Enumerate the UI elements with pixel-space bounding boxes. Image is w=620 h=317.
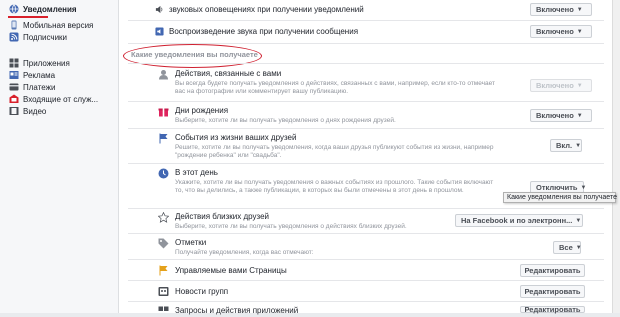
divider	[128, 128, 604, 129]
caret-down-icon: ▼	[575, 142, 582, 149]
divider	[128, 20, 604, 21]
edit-groups-button[interactable]: Редактировать	[520, 285, 585, 298]
globe-icon	[9, 4, 19, 14]
tooltip: Какие уведомления вы получаете	[503, 192, 617, 203]
person-icon	[159, 70, 168, 80]
caret-down-icon: ▼	[576, 82, 583, 89]
rss-icon	[9, 32, 19, 42]
sidebar-item-label: Подписчики	[23, 32, 68, 42]
row-title: В этот день	[175, 168, 218, 177]
caret-down-icon: ▼	[576, 112, 583, 119]
sidebar-item-label: Видео	[23, 106, 47, 116]
sidebar-item-support-inbox[interactable]: Входящие от служ...	[9, 93, 98, 105]
settings-sidebar: Уведомления Мобильная версия Подписчики …	[0, 0, 118, 313]
row-title: Управляемые вами Страницы	[175, 266, 287, 275]
flag-icon	[159, 265, 168, 276]
dropdown-value: На Facebook и по электронн...	[461, 216, 573, 225]
birthdays-dropdown[interactable]: Включено ▼	[530, 109, 592, 122]
row-label: звуковых оповещениях при получении уведо…	[169, 4, 364, 14]
caret-down-icon: ▼	[575, 217, 582, 224]
divider	[128, 101, 604, 102]
sidebar-item-ads[interactable]: Реклама	[9, 69, 55, 81]
video-icon	[9, 107, 19, 115]
row-title: Действия близких друзей	[175, 212, 270, 221]
dropdown-value: Включено	[536, 111, 574, 120]
divider	[128, 280, 604, 281]
dropdown-value: Вкл.	[556, 141, 573, 150]
sidebar-item-label: Платежи	[23, 82, 56, 92]
row-description: Решите, хотите ли вы получать уведомлени…	[175, 144, 494, 159]
message-sound-icon	[155, 26, 164, 36]
row-title: Действия, связанные с вами	[175, 69, 282, 78]
divider	[128, 301, 604, 302]
star-icon	[158, 212, 169, 223]
sound-notifications-row: звуковых оповещениях при получении уведо…	[155, 3, 364, 15]
sidebar-item-label: Уведомления	[23, 4, 77, 14]
tags-dropdown[interactable]: Все ▼	[553, 241, 582, 254]
card-icon	[9, 83, 19, 91]
sidebar-item-mobile[interactable]: Мобильная версия	[9, 19, 93, 31]
divider	[128, 259, 604, 260]
sidebar-item-notifications[interactable]: Уведомления	[9, 3, 77, 15]
message-sound-dropdown[interactable]: Включено ▼	[530, 25, 592, 38]
divider	[128, 208, 604, 209]
dropdown-value: Включено	[536, 27, 574, 36]
divider	[128, 63, 604, 64]
row-title: Отметки	[175, 238, 207, 247]
speaker-icon	[155, 5, 163, 13]
message-sound-row: Воспроизведение звука при получении сооб…	[155, 25, 358, 37]
close-friends-dropdown[interactable]: На Facebook и по электронн... ▼	[455, 214, 583, 227]
apps-icon	[9, 58, 19, 68]
sidebar-item-label: Мобильная версия	[23, 20, 94, 30]
tag-icon	[158, 238, 169, 249]
row-label: Воспроизведение звука при получении сооб…	[169, 26, 359, 36]
caret-down-icon: ▼	[580, 184, 587, 191]
divider	[128, 233, 604, 234]
row-description: Выберите, хотите ли вы получать уведомле…	[175, 223, 407, 230]
dropdown-value: Включено	[536, 81, 574, 90]
gift-icon	[158, 108, 169, 117]
row-description: Получайте уведомления, когда вас отмечаю…	[175, 249, 314, 256]
about-you-dropdown: Включено ▼	[530, 79, 592, 92]
sound-notifications-dropdown[interactable]: Включено ▼	[530, 3, 592, 16]
dropdown-value: Отключить	[536, 183, 578, 192]
red-underline-annotation	[8, 16, 48, 18]
row-description: Выберите, хотите ли вы получать уведомле…	[175, 117, 396, 124]
row-title: События из жизни ваших друзей	[175, 133, 297, 142]
row-title: Новости групп	[175, 287, 229, 296]
row-description: Укажите, хотите ли вы получать уведомлен…	[175, 179, 494, 194]
vertical-scrollbar[interactable]	[612, 0, 620, 313]
caret-down-icon: ▼	[576, 6, 583, 13]
edit-pages-button[interactable]: Редактировать	[520, 264, 585, 277]
sidebar-item-apps[interactable]: Приложения	[9, 57, 70, 69]
sidebar-item-label: Приложения	[23, 58, 70, 68]
groups-icon	[158, 287, 169, 296]
row-description: Вы всегда будете получать уведомления о …	[175, 80, 496, 95]
sidebar-item-followers[interactable]: Подписчики	[9, 31, 67, 43]
dropdown-value: Все	[559, 243, 573, 252]
divider	[128, 163, 604, 164]
sidebar-item-label: Входящие от служ...	[23, 94, 99, 104]
inbox-icon	[9, 94, 19, 103]
sidebar-item-video[interactable]: Видео	[9, 105, 46, 117]
edit-app-requests-button[interactable]: Редактировать	[520, 305, 585, 314]
row-title: Дни рождения	[175, 106, 229, 115]
ads-icon	[9, 71, 19, 79]
clock-icon	[158, 168, 169, 179]
mobile-icon	[11, 20, 17, 30]
section-title: Какие уведомления вы получаете	[131, 50, 258, 59]
sidebar-item-payments[interactable]: Платежи	[9, 81, 55, 93]
apps-icon	[158, 306, 169, 311]
dropdown-value: Включено	[536, 5, 574, 14]
sidebar-item-label: Реклама	[23, 70, 56, 80]
row-title: Запросы и действия приложений	[175, 306, 299, 315]
caret-down-icon: ▼	[576, 28, 583, 35]
caret-down-icon: ▼	[575, 244, 582, 251]
flag-icon	[159, 133, 168, 144]
life-events-dropdown[interactable]: Вкл. ▼	[550, 139, 582, 152]
